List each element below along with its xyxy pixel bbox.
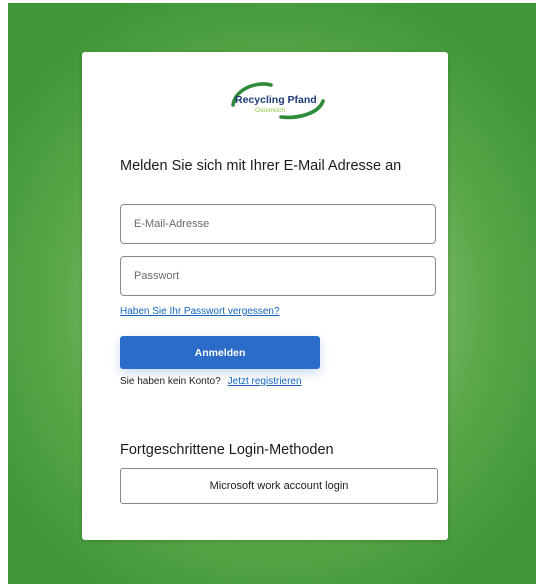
login-heading: Melden Sie sich mit Ihrer E-Mail Adresse…: [120, 158, 402, 174]
register-link[interactable]: Jetzt registrieren: [228, 376, 302, 387]
advanced-login-heading: Fortgeschrittene Login-Methoden: [120, 442, 334, 458]
sign-in-button[interactable]: Anmelden: [120, 336, 320, 369]
microsoft-login-button[interactable]: Microsoft work account login: [120, 468, 438, 504]
email-input[interactable]: [120, 204, 436, 244]
logo-graphic: Recycling Pfand Österreich: [231, 82, 325, 120]
forgot-password-link[interactable]: Haben Sie Ihr Passwort vergessen?: [120, 306, 280, 317]
password-input[interactable]: [120, 256, 436, 296]
recycling-pfand-logo: Recycling Pfand Österreich: [227, 79, 327, 125]
login-card: Recycling Pfand Österreich Melden Sie si…: [82, 52, 448, 540]
no-account-row: Sie haben kein Konto? Jetzt registrieren: [120, 376, 302, 387]
no-account-text: Sie haben kein Konto?: [120, 376, 221, 387]
logo-brand-text: Recycling Pfand: [235, 94, 317, 106]
logo-country-text: Österreich: [255, 106, 285, 114]
